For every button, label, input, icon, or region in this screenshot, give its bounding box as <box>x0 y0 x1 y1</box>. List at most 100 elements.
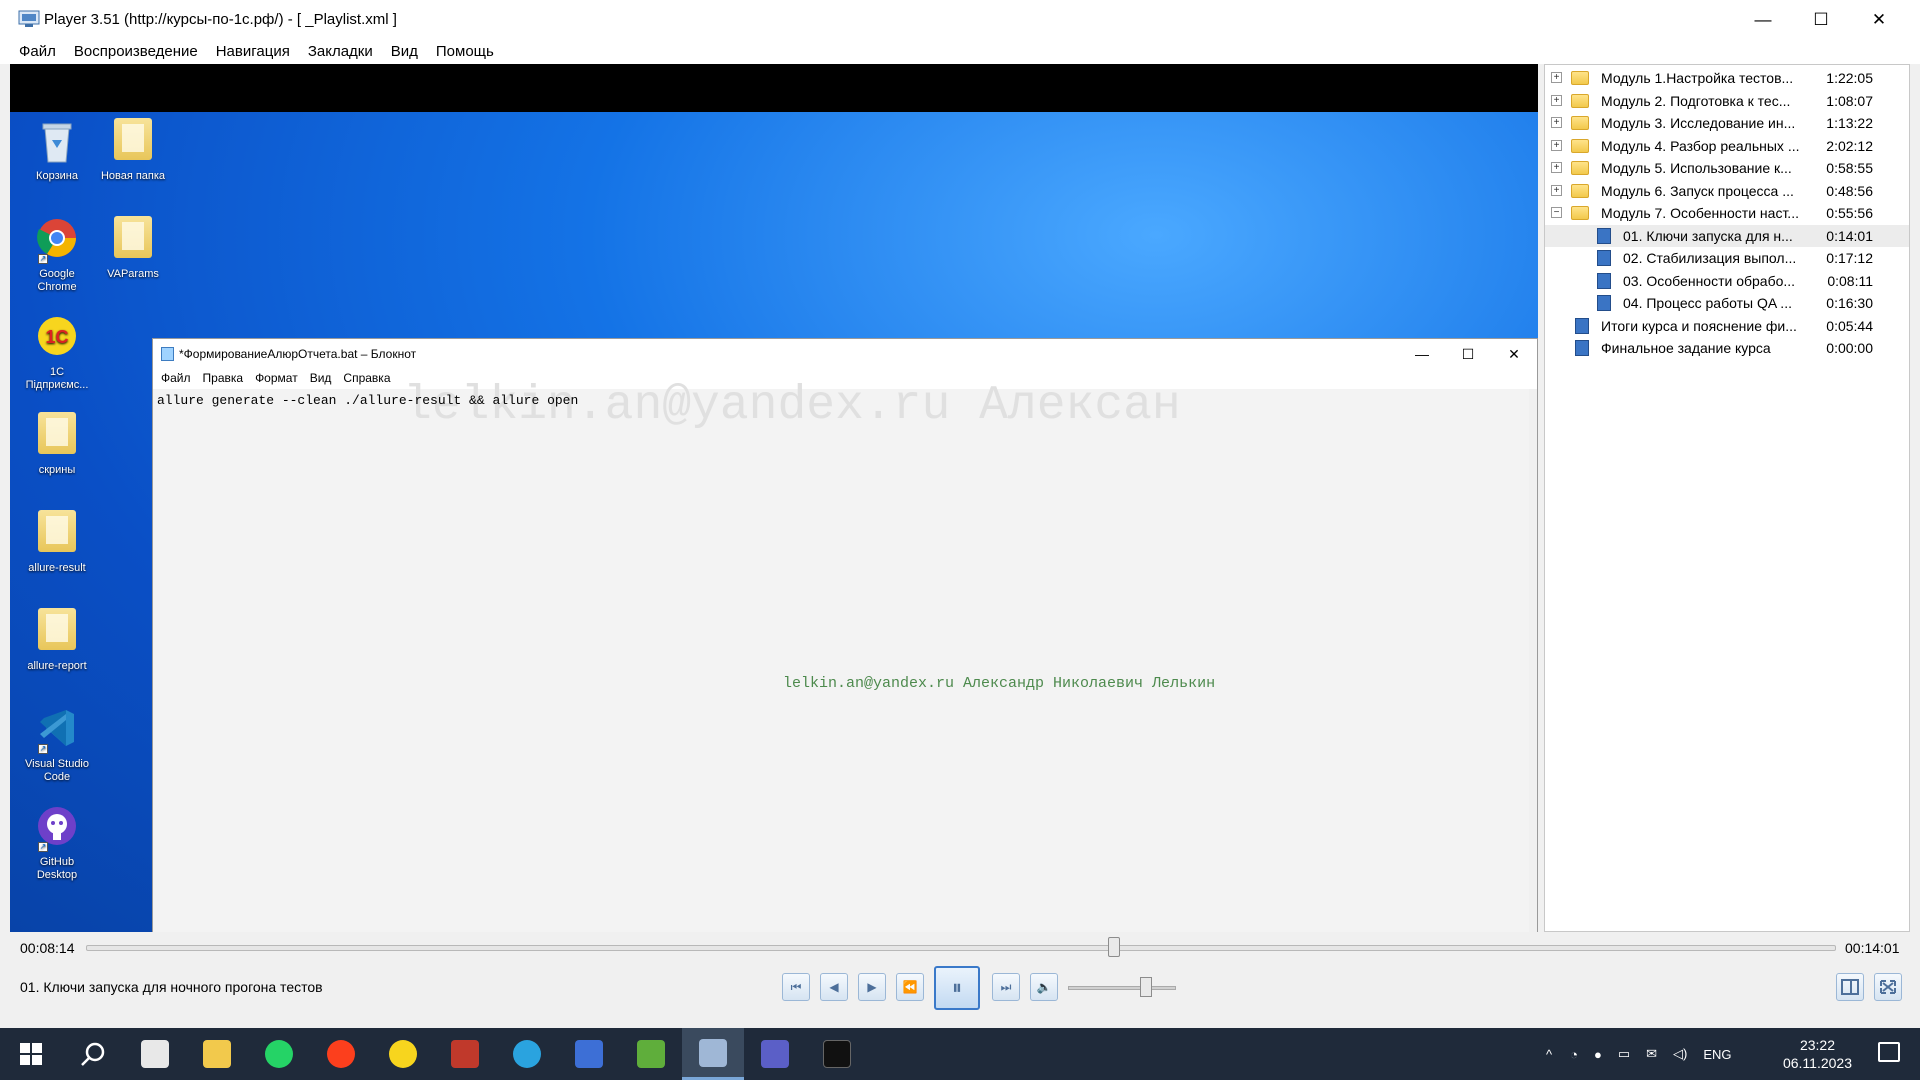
playlist-item[interactable]: + Модуль 2. Подготовка к тес... 1:08:07 <box>1545 90 1909 112</box>
playlist-item[interactable]: + Модуль 1.Настройка тестов... 1:22:05 <box>1545 67 1909 89</box>
notepad-menu-help[interactable]: Справка <box>337 369 396 389</box>
prev-track-button[interactable]: ⏮ <box>782 973 810 1001</box>
window-title: Player 3.51 (http://курсы-по-1с.рф/) - [… <box>44 11 397 28</box>
playlist-item[interactable]: + Модуль 3. Исследование ин... 1:13:22 <box>1545 112 1909 134</box>
menu-navigation[interactable]: Навигация <box>207 40 299 64</box>
seek-bar[interactable] <box>86 945 1836 951</box>
playlist-item[interactable]: Итоги курса и пояснение фи... 0:05:44 <box>1545 315 1909 337</box>
current-time: 00:08:14 <box>20 940 75 956</box>
speaker-icon[interactable]: ◁) <box>1673 1046 1687 1062</box>
maximize-button[interactable]: ☐ <box>1798 0 1844 40</box>
taskbar-1c[interactable] <box>372 1028 434 1080</box>
playlist-item[interactable]: 04. Процесс работы QA ... 0:16:30 <box>1545 292 1909 314</box>
notepad-maximize-button[interactable]: ☐ <box>1445 339 1491 369</box>
expand-icon[interactable]: + <box>1551 117 1562 128</box>
system-tray: ^ ◔ ● ▭ ✉ ◁) ENG <box>1546 1028 1732 1080</box>
video-file-icon <box>1575 317 1589 334</box>
playlist-item[interactable]: + Модуль 5. Использование к... 0:58:55 <box>1545 157 1909 179</box>
notepad-scrollbar[interactable] <box>1529 389 1537 932</box>
taskbar-yandex[interactable] <box>310 1028 372 1080</box>
input-language[interactable]: ENG <box>1703 1047 1731 1062</box>
network-icon <box>575 1040 603 1068</box>
playlist-toggle-button[interactable] <box>1836 973 1864 1001</box>
taskbar-app-green[interactable] <box>620 1028 682 1080</box>
seek-thumb[interactable] <box>1108 937 1121 957</box>
rewind-button[interactable]: ⏪ <box>896 973 924 1001</box>
fullscreen-button[interactable] <box>1874 973 1902 1001</box>
desktop-icon-label: allure-report <box>27 660 87 672</box>
playlist-item[interactable]: − Модуль 7. Особенности наст... 0:55:56 <box>1545 202 1909 224</box>
taskbar-mail[interactable] <box>124 1028 186 1080</box>
taskbar-app-red[interactable] <box>434 1028 496 1080</box>
playlist-item[interactable]: Финальное задание курса 0:00:00 <box>1545 337 1909 359</box>
desktop-icon-allure-report: allure-report <box>20 608 94 673</box>
close-button[interactable]: ✕ <box>1856 0 1902 40</box>
notepad-close-button[interactable]: ✕ <box>1491 339 1537 369</box>
menu-file[interactable]: Файл <box>10 40 65 64</box>
notepad-text-area[interactable]: lelkin.an@yandex.ru Алексан allure gener… <box>153 379 1531 932</box>
playlist-item[interactable]: 03. Особенности обрабо... 0:08:11 <box>1545 270 1909 292</box>
taskbar-terminal[interactable] <box>806 1028 868 1080</box>
volume-thumb[interactable] <box>1139 977 1152 997</box>
chevron-up-icon[interactable]: ^ <box>1546 1047 1552 1062</box>
taskbar-player[interactable] <box>682 1028 744 1080</box>
expand-icon[interactable]: + <box>1551 94 1562 106</box>
search-button[interactable] <box>62 1028 124 1080</box>
volume-slider[interactable] <box>1068 986 1176 990</box>
notepad-menu-format[interactable]: Формат <box>249 369 304 389</box>
taskbar-whatsapp[interactable] <box>248 1028 310 1080</box>
notepad-minimize-button[interactable]: — <box>1399 339 1445 369</box>
notepad-menu-edit[interactable]: Правка <box>197 369 250 389</box>
desktop-icon-label: VAParams <box>107 268 159 280</box>
notepad-app-icon <box>161 347 174 361</box>
desktop-icon-label: скрины <box>38 464 76 476</box>
playlist-item[interactable]: + Модуль 4. Разбор реальных ... 2:02:12 <box>1545 135 1909 157</box>
playlist-item[interactable]: 01. Ключи запуска для н... 0:14:01 <box>1545 224 1909 247</box>
menu-playback[interactable]: Воспроизведение <box>65 40 207 64</box>
notepad-content: allure generate --clean ./allure-result … <box>157 393 579 408</box>
taskbar-network-app[interactable] <box>558 1028 620 1080</box>
playlist-item[interactable]: + Модуль 6. Запуск процесса ... 0:48:56 <box>1545 180 1909 202</box>
next-track-button[interactable]: ⏭ <box>992 973 1020 1001</box>
folder-icon <box>38 608 76 650</box>
wifi-icon[interactable]: ◔ <box>1570 1047 1578 1062</box>
menu-bookmarks[interactable]: Закладки <box>299 40 382 64</box>
chart-icon <box>637 1040 665 1068</box>
playlist-item-name: 02. Стабилизация выпол... <box>1623 250 1797 266</box>
expand-icon[interactable]: + <box>1551 139 1562 151</box>
title-bar[interactable]: Player 3.51 (http://курсы-по-1с.рф/) - [… <box>0 0 1920 40</box>
menu-view[interactable]: Вид <box>382 40 427 64</box>
taskbar-teams[interactable] <box>744 1028 806 1080</box>
step-forward-button[interactable]: ▶ <box>858 973 886 1001</box>
microphone-icon[interactable]: ● <box>1594 1047 1602 1062</box>
video-area[interactable]: Корзина Новая папка ↗ Google Chrome VAPa… <box>10 64 1538 932</box>
desktop-icon-vaparams: VAParams <box>96 216 170 281</box>
notepad-menu-file[interactable]: Файл <box>155 369 197 389</box>
playlist-item-name: Модуль 3. Исследование ин... <box>1601 115 1796 131</box>
start-button[interactable] <box>0 1028 62 1080</box>
expand-icon[interactable]: + <box>1551 184 1562 196</box>
seek-row: 00:08:14 00:14:01 <box>10 932 1910 962</box>
mute-button[interactable]: 🔈 <box>1030 973 1058 1001</box>
clock[interactable]: 23:22 06.11.2023 <box>1783 1036 1852 1072</box>
mail-icon <box>141 1040 169 1068</box>
expand-icon[interactable]: + <box>1551 162 1562 173</box>
taskbar-telegram[interactable] <box>496 1028 558 1080</box>
pause-button[interactable]: ⏸ <box>934 966 980 1010</box>
step-back-button[interactable]: ◀ <box>820 973 848 1001</box>
playlist-item[interactable]: 02. Стабилизация выпол... 0:17:12 <box>1545 247 1909 269</box>
minimize-button[interactable]: — <box>1740 0 1786 40</box>
battery-icon[interactable]: ▭ <box>1618 1046 1630 1062</box>
message-icon[interactable]: ✉ <box>1646 1046 1657 1062</box>
notepad-title-bar[interactable]: *ФормированиеАлюрОтчета.bat – Блокнот — … <box>153 339 1537 369</box>
clock-date: 06.11.2023 <box>1782 1055 1852 1071</box>
control-row: 01. Ключи запуска для ночного прогона те… <box>10 962 1910 1018</box>
collapse-icon[interactable]: − <box>1551 207 1562 218</box>
taskbar-explorer[interactable] <box>186 1028 248 1080</box>
playlist-item-name: 01. Ключи запуска для н... <box>1623 227 1793 244</box>
terminal-icon <box>823 1040 851 1068</box>
expand-icon[interactable]: + <box>1551 72 1562 83</box>
notepad-menu-view[interactable]: Вид <box>304 369 338 389</box>
notifications-icon[interactable] <box>1878 1042 1900 1062</box>
menu-help[interactable]: Помощь <box>427 40 503 64</box>
